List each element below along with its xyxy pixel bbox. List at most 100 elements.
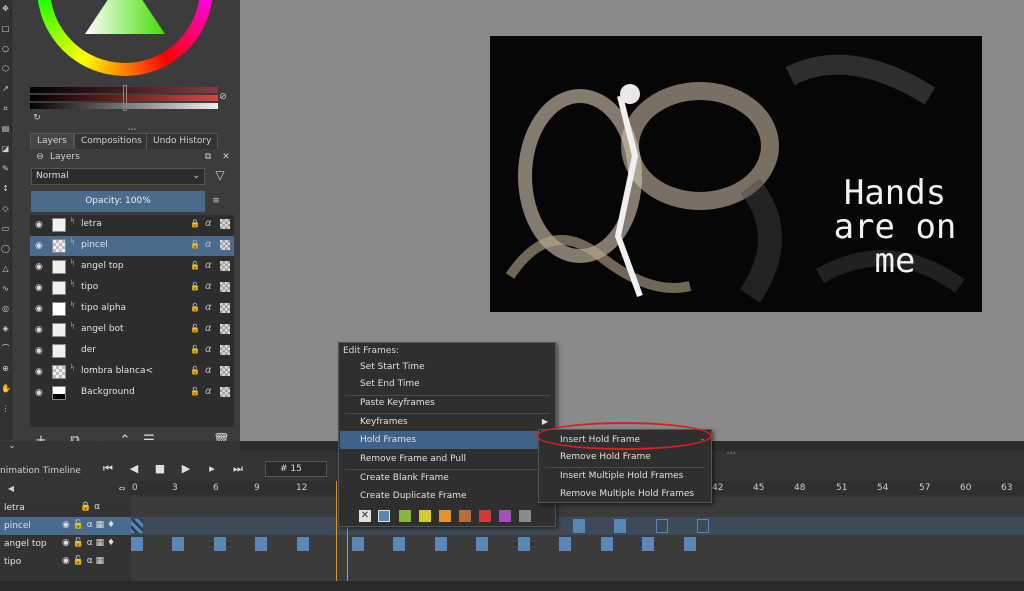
fill-tool-icon[interactable]: ◪ <box>1 144 10 153</box>
color-swatch[interactable] <box>519 510 531 522</box>
menu-create-blank-frame[interactable]: Create Blank Frame <box>340 469 554 487</box>
menu-set-end-time[interactable]: Set End Time <box>340 375 554 393</box>
inherit-alpha-icon[interactable] <box>220 219 230 229</box>
color-swatch[interactable] <box>399 510 411 522</box>
keyframe[interactable] <box>435 537 447 551</box>
frames-row-pincel[interactable] <box>131 517 1024 535</box>
menu-keyframes[interactable]: Keyframes ▶ <box>340 413 554 431</box>
visibility-eye-icon[interactable]: ◉ <box>35 325 46 335</box>
layer-row-tipo[interactable]: ◉ ᛋ tipo 🔓 α <box>30 278 234 298</box>
lock-icon[interactable]: 🔒 <box>190 219 200 228</box>
transform-tool-icon[interactable]: ✥ <box>1 4 10 13</box>
keyframe[interactable] <box>255 537 267 551</box>
more-tools-icon[interactable]: ⋮ <box>1 404 10 413</box>
keyframe[interactable] <box>518 537 530 551</box>
keyframe[interactable] <box>131 519 143 533</box>
no-color-swatch-icon[interactable]: ✕ <box>359 510 371 522</box>
alpha-lock-icon[interactable]: α <box>205 281 212 292</box>
keyframe[interactable] <box>614 519 626 533</box>
layer-row-pincel[interactable]: ◉ ᛋ pincel 🔓 α <box>30 236 234 256</box>
gradient-tool-icon[interactable]: ▤ <box>1 124 10 133</box>
track-lock-icon[interactable]: 🔒 α <box>80 502 100 512</box>
track-row-tipo[interactable]: tipo ◉ 🔓 α ▦ <box>0 553 131 571</box>
alpha-lock-icon[interactable]: α <box>205 260 212 271</box>
zoom-tool-icon[interactable]: ⊕ <box>1 364 10 373</box>
keyframe[interactable] <box>684 537 696 551</box>
tab-layers[interactable]: Layers <box>30 133 74 149</box>
assistant-tool-icon[interactable]: ◇ <box>1 204 10 213</box>
skip-start-icon[interactable]: ⏮ <box>100 460 116 478</box>
blend-mode-select[interactable]: Normal ⌄ <box>31 168 205 185</box>
menu-hold-frames[interactable]: Hold Frames▶ <box>340 431 554 449</box>
layers-lock-icon[interactable]: ⊖ <box>35 152 45 162</box>
visibility-eye-icon[interactable]: ◉ <box>35 220 46 230</box>
inherit-alpha-icon[interactable] <box>220 387 230 397</box>
artwork-canvas[interactable]: Hands are on me <box>490 36 982 312</box>
keyframe-hold[interactable] <box>697 519 709 533</box>
layer-row-background[interactable]: ◉ Background 🔓 α <box>30 383 234 403</box>
visibility-eye-icon[interactable]: ◉ <box>35 304 46 314</box>
menu-remove-hold-frame[interactable]: Remove Hold Frame <box>540 448 710 466</box>
luminance-bars[interactable] <box>30 85 218 111</box>
play-icon[interactable]: ▶ <box>178 460 194 478</box>
stop-button-icon[interactable]: ■ <box>152 460 168 478</box>
onion-skin-icon[interactable]: ⇔ <box>117 484 127 494</box>
select-bezier-icon[interactable]: ⌒ <box>1 344 10 353</box>
inherit-alpha-icon[interactable] <box>220 261 230 271</box>
visibility-eye-icon[interactable]: ◉ <box>35 283 46 293</box>
dock-collapse-icon[interactable]: ⌄ <box>0 441 24 451</box>
unlock-icon[interactable]: 🔓 <box>190 240 200 249</box>
move-tool-icon[interactable]: ↗ <box>1 84 10 93</box>
visibility-eye-icon[interactable]: ◉ <box>35 388 46 398</box>
layer-list[interactable]: ◉ ᛋ letra 🔒 α ◉ ᛋ pincel 🔓 α ◉ ᛋ angel t… <box>30 215 234 427</box>
prev-keyframe-icon[interactable]: ◀ <box>126 460 142 478</box>
unlock-icon[interactable]: 🔓 <box>190 282 200 291</box>
track-row-angel-top[interactable]: angel top ◉ 🔓 α ▦ ♦ <box>0 535 131 553</box>
keyframe-hold[interactable] <box>656 519 668 533</box>
current-frame-field[interactable]: # 15 <box>265 461 327 477</box>
inherit-alpha-icon[interactable] <box>220 366 230 376</box>
timeline-drag-handle-icon[interactable]: ⋯ <box>726 449 736 459</box>
crop-tool-icon[interactable]: ⌗ <box>1 104 10 113</box>
alpha-lock-icon[interactable]: α <box>205 365 212 376</box>
layer-row-tipo-alpha[interactable]: ◉ ᛋ tipo alpha 🔓 α <box>30 299 234 319</box>
menu-remove-frame-pull[interactable]: Remove Frame and Pull_ <box>340 450 554 468</box>
inherit-alpha-icon[interactable] <box>220 324 230 334</box>
select-similar-icon[interactable]: ◈ <box>1 324 10 333</box>
menu-set-start-time[interactable]: Set Start Time <box>340 358 554 376</box>
unlock-icon[interactable]: 🔓 <box>190 387 200 396</box>
frames-grid[interactable] <box>131 497 1024 581</box>
color-swatch[interactable] <box>378 510 390 522</box>
alpha-lock-icon[interactable]: α <box>205 386 212 397</box>
unlock-icon[interactable]: 🔓 <box>190 324 200 333</box>
select-rect-icon[interactable]: ▭ <box>1 224 10 233</box>
menu-remove-multiple-hold-frames[interactable]: Remove Multiple Hold Frames <box>540 485 710 503</box>
next-frame-icon[interactable]: ▸ <box>204 460 220 478</box>
picker-tool-icon[interactable]: ✎ <box>1 164 10 173</box>
tab-compositions[interactable]: Compositions <box>74 133 149 149</box>
measure-tool-icon[interactable]: ↕ <box>1 184 10 193</box>
tab-undo-history[interactable]: Undo History <box>146 133 219 149</box>
color-selector[interactable] <box>30 0 220 85</box>
unlock-icon[interactable]: 🔓 <box>190 261 200 270</box>
menu-insert-multiple-hold-frames[interactable]: Insert Multiple Hold Frames <box>540 467 710 485</box>
alpha-lock-icon[interactable]: α <box>205 302 212 313</box>
keyframe[interactable] <box>573 519 585 533</box>
track-controls-icon[interactable]: ◉ 🔓 α ▦ ♦ <box>62 520 115 530</box>
unlock-icon[interactable]: 🔓 <box>190 345 200 354</box>
opacity-slider[interactable]: Opacity: 100% <box>31 191 205 212</box>
color-close-icon[interactable]: ⊘ <box>218 92 228 102</box>
keyframe[interactable] <box>214 537 226 551</box>
select-ellipse-icon[interactable]: ◯ <box>1 244 10 253</box>
menu-paste-keyframes[interactable]: Paste Keyframes <box>340 394 554 412</box>
track-controls-icon[interactable]: ◉ 🔓 α ▦ ♦ <box>62 538 115 548</box>
alpha-lock-icon[interactable]: α <box>205 323 212 334</box>
color-swatch[interactable] <box>419 510 431 522</box>
reset-color-icon[interactable]: ↻ <box>32 113 42 123</box>
inherit-alpha-icon[interactable] <box>220 240 230 250</box>
visibility-eye-icon[interactable]: ◉ <box>35 346 46 356</box>
pan-tool-icon[interactable]: ✋ <box>1 384 11 393</box>
alpha-lock-icon[interactable]: α <box>205 218 212 229</box>
keyframe[interactable] <box>393 537 405 551</box>
select-polygon-icon[interactable]: △ <box>1 264 10 273</box>
